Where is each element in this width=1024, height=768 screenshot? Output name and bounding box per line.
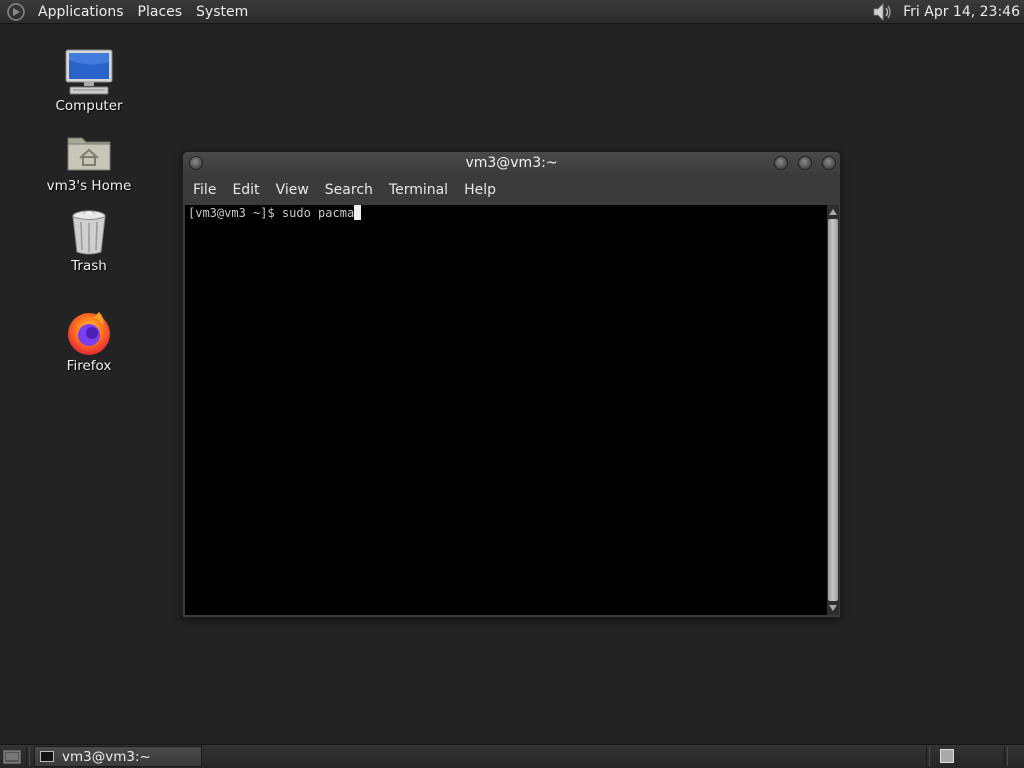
vertical-scrollbar[interactable] [827,205,839,615]
menu-edit[interactable]: Edit [226,182,265,198]
desktop-icon-firefox[interactable]: Firefox [39,306,139,374]
shell-prompt: [vm3@vm3 ~]$ [188,206,282,220]
panel-separator [926,747,930,766]
panel-separator [1004,747,1008,766]
desktop-icon-home[interactable]: vm3's Home [39,126,139,194]
minimize-button[interactable] [774,156,788,170]
menu-search[interactable]: Search [319,182,379,198]
desktop-icon-label: vm3's Home [46,178,132,194]
gnome-foot-icon[interactable] [6,2,26,22]
firefox-icon [63,306,115,358]
notification-area: Fri Apr 14, 23:46 [871,0,1020,24]
top-panel: Applications Places System Fri Apr 14, 2… [0,0,1024,24]
window-titlebar[interactable]: vm3@vm3:~ [183,152,840,176]
terminal-output[interactable]: [vm3@vm3 ~]$ sudo pacma [185,205,827,615]
menu-view[interactable]: View [270,182,315,198]
clock[interactable]: Fri Apr 14, 23:46 [903,4,1020,20]
workspace-switcher[interactable] [940,749,954,763]
taskbar-window-button[interactable]: vm3@vm3:~ [34,746,202,767]
desktop-icon-label: Computer [55,98,123,114]
places-menu[interactable]: Places [131,1,190,23]
bottom-panel: vm3@vm3:~ [0,744,1024,768]
applications-menu[interactable]: Applications [31,1,131,23]
menu-file[interactable]: File [187,182,222,198]
menu-terminal[interactable]: Terminal [383,182,454,198]
speaker-icon[interactable] [871,1,895,23]
scroll-down-icon[interactable] [827,602,839,614]
desktop-icon-label: Trash [71,258,107,274]
menu-help[interactable]: Help [458,182,502,198]
home-folder-icon [63,126,115,178]
close-button[interactable] [822,156,836,170]
desktop-icon-computer[interactable]: Computer [39,46,139,114]
panel-separator [26,747,30,766]
trash-icon [63,206,115,258]
command-input[interactable]: sudo pacma [282,206,354,220]
maximize-button[interactable] [798,156,812,170]
computer-icon [63,46,115,98]
window-title: vm3@vm3:~ [465,155,558,171]
terminal-line: [vm3@vm3 ~]$ sudo pacma [188,205,362,221]
taskbar-window-label: vm3@vm3:~ [62,748,151,765]
text-cursor [354,205,362,220]
terminal-window: vm3@vm3:~ File Edit View Search Terminal… [182,151,841,618]
scroll-up-icon[interactable] [827,206,839,218]
show-desktop-icon[interactable] [2,747,22,767]
desktop-icon-label: Firefox [66,358,112,374]
terminal-menubar: File Edit View Search Terminal Help [183,176,840,204]
system-menu[interactable]: System [189,1,255,23]
desktop-icon-trash[interactable]: Trash [39,206,139,274]
scroll-thumb[interactable] [828,219,838,601]
terminal-icon [40,751,54,762]
